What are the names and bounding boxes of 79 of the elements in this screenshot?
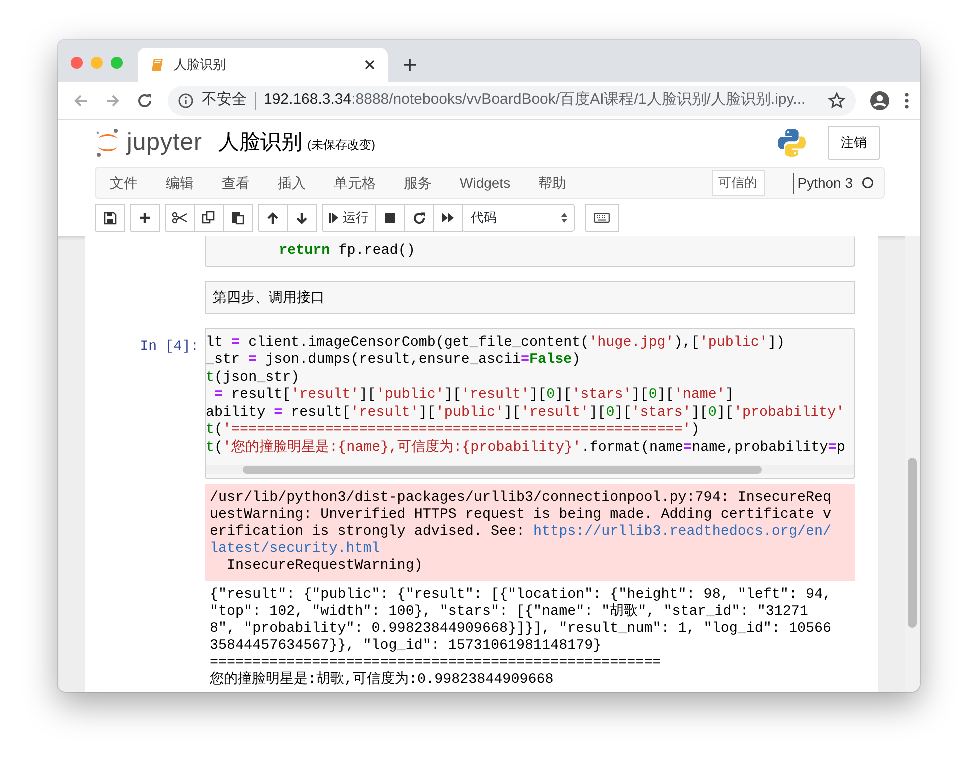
move-down-button[interactable] [287,204,317,232]
input-prompt: In [4]: [139,338,200,356]
url-host: 192.168.3.34 [264,90,352,110]
menu-item[interactable]: 编辑 [152,172,208,194]
up-arrow-icon [267,212,279,224]
cut-button[interactable] [165,204,195,232]
browser-tab[interactable]: 人脸识别 [138,48,388,82]
copy-button[interactable] [194,204,224,232]
account-icon[interactable] [870,90,890,110]
cell-type-select[interactable]: 代码 [462,204,575,232]
stop-icon [384,212,396,224]
output-line: uestWarning: Unverified HTTPS request is being made. Adding certificate v [210,507,833,524]
info-icon[interactable] [178,92,194,108]
restart-button[interactable] [404,204,434,232]
plus-icon [139,212,151,224]
clipboard-icon [231,211,245,225]
jupyter-logo-icon [95,128,121,158]
stop-button[interactable] [375,204,405,232]
code-line: _str = json.dumps(result,ensure_ascii=False) [206,352,582,370]
horizontal-scrollbar[interactable] [206,465,854,474]
output-line: erification is strongly advised. See: https://urllib3.readthedocs.org/en/ [210,524,833,541]
move-up-button[interactable] [258,204,288,232]
link[interactable]: https://urllib3.readthedocs.org/en/ [534,524,832,540]
down-arrow-icon [296,212,308,224]
python-logo-icon [776,127,808,159]
paste-button[interactable] [223,204,253,232]
keyboard-icon [594,213,610,223]
step-forward-icon [329,212,339,224]
copy-icon [202,211,216,225]
star-icon[interactable] [828,92,846,110]
save-icon [104,212,116,224]
code-line: = result['result']['public']['result'][0]['stars'][0]['name'] [214,387,735,404]
menu-item[interactable]: 插入 [264,172,320,194]
code-line: ability = result['result']['public']['result'][0]['stars'][0]['probability' [206,404,846,422]
code-line: t(json_str) [206,370,301,387]
insert-cell-button[interactable] [130,204,160,232]
address-bar[interactable]: 不安全 192.168.3.34:8888/notebooks/vvBoardBook/百度AI课程/1人脸识别/人脸识别.ipy... [168,86,856,116]
jupyter-logo[interactable]: jupyter [95,125,203,161]
updown-caret-icon [561,212,568,224]
output-line: /usr/lib/python3/dist-packages/urllib3/connectionpool.py:794: InsecureReq [210,490,833,507]
reload-icon[interactable] [136,92,154,110]
run-button[interactable]: 运行 [322,204,376,232]
save-button[interactable] [95,204,125,232]
run-all-button[interactable] [433,204,463,232]
menu-icon[interactable] [904,92,910,110]
new-tab-icon[interactable] [402,57,418,73]
menu-item[interactable]: 查看 [208,172,264,194]
link[interactable]: latest/security.html [210,541,380,557]
code-line: t('=====================================================') [206,422,701,439]
close-icon[interactable] [364,59,376,71]
kernel-name: Python 3 [792,172,853,194]
fast-forward-icon [441,212,455,224]
vertical-scrollbar[interactable] [905,236,920,692]
output-line: InsecureRequestWarning) [226,558,424,575]
reload-icon [412,212,426,224]
book-icon [150,57,166,73]
code-line: lt = client.imageCensorComb(get_file_content('huge.jpg'),['public']) [206,334,786,352]
trusted-indicator[interactable]: 可信的 [712,170,765,196]
notebook-title[interactable]: 人脸识别 [218,127,303,159]
menu-item[interactable]: 帮助 [524,172,581,194]
output-line: 8", "probability": 0.99823844909668}]}], "result_num": 1, "log_id": 10566 [210,621,833,638]
menu-item[interactable]: 文件 [96,172,152,194]
menu-item[interactable]: Widgets [446,172,525,194]
code-line: return fp.read() [278,243,416,260]
output-line: 您的撞脸明星是:胡歌,可信度为:0.99823844909668 [210,672,555,689]
output-line: {"result": {"public": {"result": [{"location": {"height": 98, "left": 94, [210,587,833,604]
logout-button[interactable]: 注销 [828,126,880,160]
scissors-icon [172,212,188,224]
code-line: t('您的撞脸明星是:{name},可信度为:{probability}'.format(name=name,probability=p [206,440,846,457]
save-status: (未保存改变) [308,137,376,154]
keyboard-button[interactable] [585,204,619,232]
menu-item[interactable]: 服务 [390,172,446,194]
url-path: :8888/notebooks/vvBoardBook/百度AI课程/1人脸识别/人脸识别.ipy... [352,90,806,110]
markdown-text: 第四步、调用接口 [205,280,855,314]
output-line: 35844457634567}}, "log_id": 15731061981148179} [210,638,603,655]
menu-item[interactable]: 单元格 [320,172,390,194]
output-line: ===================================================== [210,655,662,671]
output-line: "top": 102, "width": 100}, "stars": [{"name": "胡歌", "star_id": "31271 [210,604,810,621]
security-label: 不安全 [202,90,247,110]
